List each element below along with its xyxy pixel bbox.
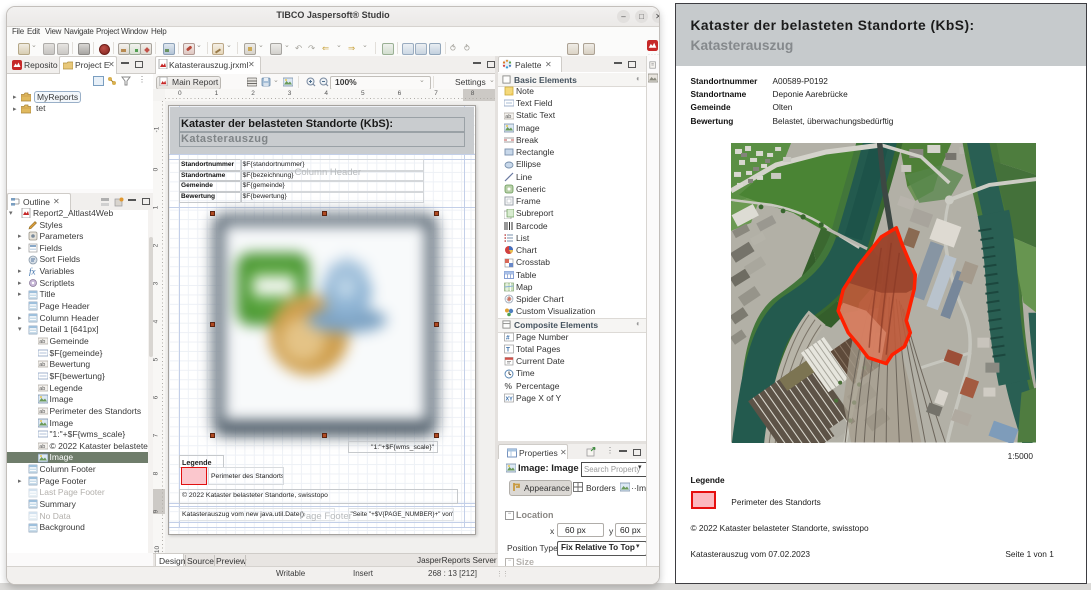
svg-text:ab: ab — [39, 444, 45, 450]
svg-text:ab: ab — [505, 114, 511, 120]
svg-text:T: T — [506, 347, 510, 354]
svg-text:fx: fx — [29, 267, 36, 277]
svg-text:#: # — [506, 335, 510, 342]
svg-text:%: % — [505, 381, 513, 391]
svg-text:ab: ab — [39, 339, 45, 345]
svg-text:ab: ab — [39, 386, 45, 392]
svg-text:ab: ab — [39, 409, 45, 415]
svg-text:ab: ab — [39, 363, 45, 369]
svg-text:XY: XY — [506, 397, 514, 403]
